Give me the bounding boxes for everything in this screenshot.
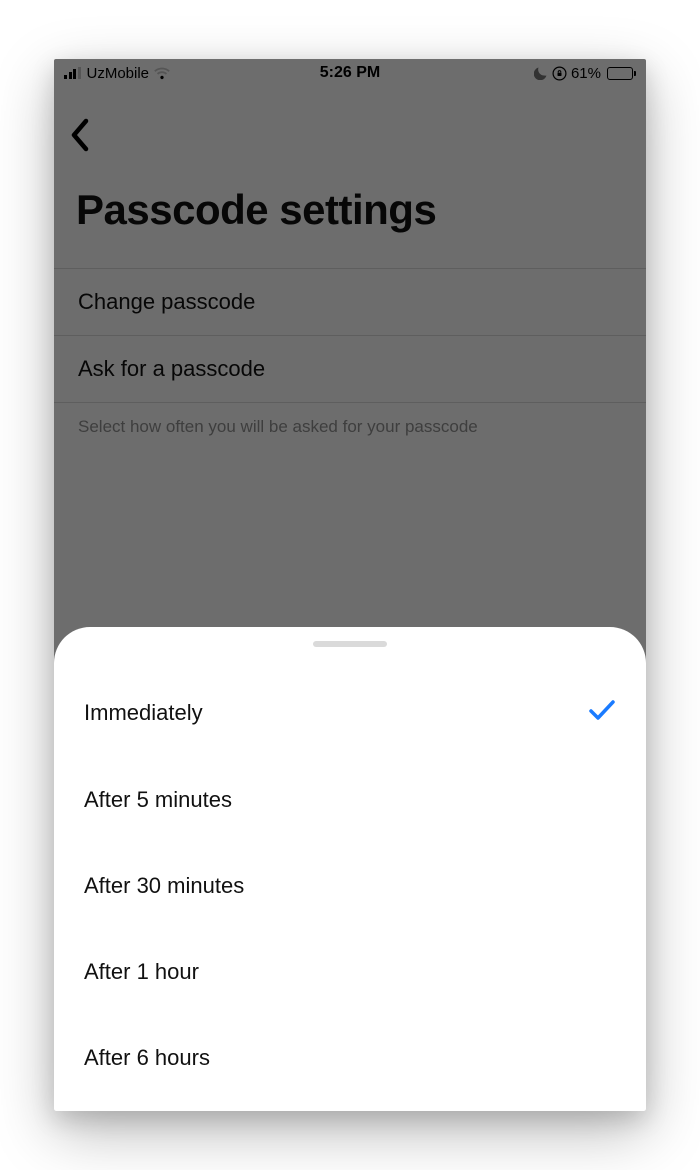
option-6-hours[interactable]: After 6 hours xyxy=(80,1015,620,1101)
option-5-minutes[interactable]: After 5 minutes xyxy=(80,757,620,843)
option-label: After 6 hours xyxy=(84,1045,210,1071)
option-label: After 30 minutes xyxy=(84,873,244,899)
sheet-grabber[interactable] xyxy=(313,641,387,647)
option-list: Immediately After 5 minutes After 30 min… xyxy=(54,669,646,1111)
option-immediately[interactable]: Immediately xyxy=(80,669,620,757)
checkmark-icon xyxy=(588,699,616,727)
passcode-interval-sheet: Immediately After 5 minutes After 30 min… xyxy=(54,627,646,1111)
option-1-hour[interactable]: After 1 hour xyxy=(80,929,620,1015)
option-label: Immediately xyxy=(84,700,203,726)
option-label: After 1 hour xyxy=(84,959,199,985)
option-label: After 5 minutes xyxy=(84,787,232,813)
option-30-minutes[interactable]: After 30 minutes xyxy=(80,843,620,929)
